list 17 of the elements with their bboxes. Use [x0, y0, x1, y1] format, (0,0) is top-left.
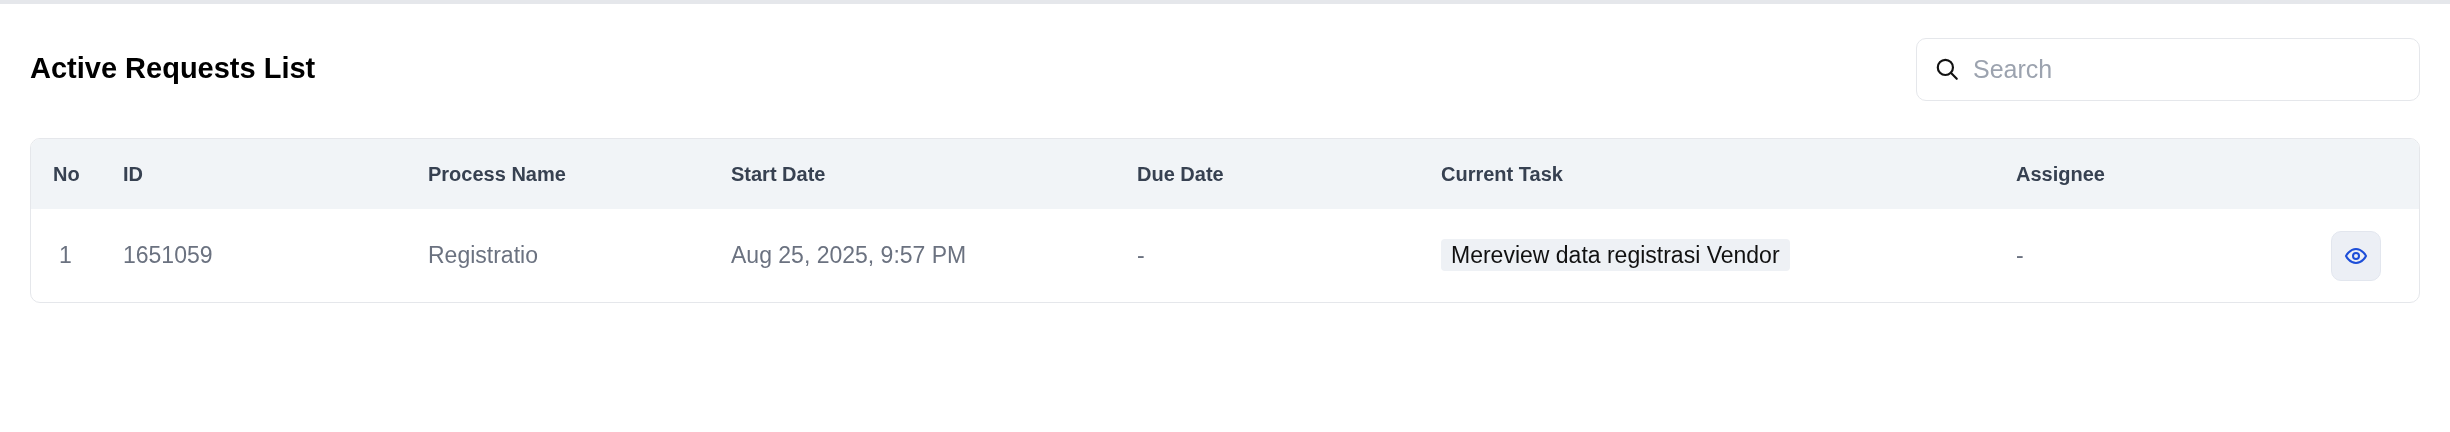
table-cell: -	[2016, 242, 2024, 269]
column-header: Process Name	[428, 163, 566, 185]
table-cell: Registratio	[428, 242, 538, 269]
table-cell: Aug 25, 2025, 9:57 PM	[731, 242, 967, 269]
table-cell: -	[1137, 242, 1145, 269]
column-header: Assignee	[2016, 163, 2105, 185]
column-header: Due Date	[1137, 163, 1224, 185]
column-header: ID	[123, 163, 143, 185]
page-title: Active Requests List	[30, 51, 316, 87]
column-header: Start Date	[731, 163, 826, 185]
view-button[interactable]	[2331, 230, 2381, 281]
column-header: Current Task	[1441, 163, 1563, 185]
table-cell: 1	[59, 242, 72, 269]
column-header: No	[53, 163, 80, 185]
task-tag: Mereview data registrasi Vendor	[1441, 239, 1790, 272]
search-field[interactable]: Search	[1916, 37, 2420, 101]
table-cell: 1651059	[123, 242, 213, 269]
